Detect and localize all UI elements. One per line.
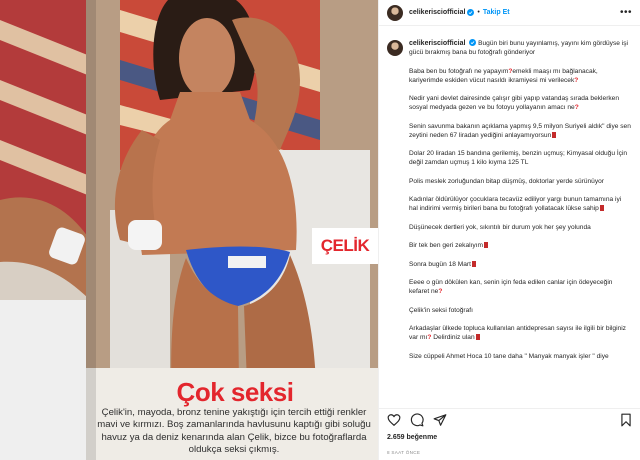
caption-paragraph: Nedir yani devlet dairesinde çalışır gib… <box>409 95 620 111</box>
follow-button[interactable]: Takip Et <box>483 9 510 16</box>
post-timestamp: 8 SAAT ÖNCE <box>387 450 421 455</box>
magazine-name-tag: ÇELİK <box>312 228 378 264</box>
caption-paragraph: Düşünecek dertleri yok, sıkıntılı bir du… <box>409 223 591 231</box>
emoji-icon <box>471 260 476 267</box>
caption-text: celikerisciofficial Bugün biri bunu yayı… <box>409 39 631 370</box>
share-icon[interactable] <box>433 413 447 427</box>
caption-paragraph: Polis meslek zorluğundan bitap düşmüş, d… <box>409 177 604 185</box>
caption-paragraph: Sonra bugün 18 Mart <box>409 260 631 269</box>
more-icon[interactable]: ••• <box>620 7 632 18</box>
caption-avatar[interactable] <box>387 40 403 56</box>
emoji-icon <box>484 242 489 248</box>
caption-paragraph: Bir tek ben geri zekalıyım <box>409 241 631 250</box>
comment-icon[interactable] <box>410 412 424 427</box>
caption-paragraph: Size cüppeli Ahmet Hoca 10 tane daha " M… <box>409 352 609 360</box>
username-link[interactable]: celikerisciofficial <box>409 9 465 16</box>
post-image[interactable]: ÇELİK Çok seksi Çelik'in, mayoda, bronz … <box>0 0 378 460</box>
post-header: celikerisciofficial • Takip Et ••• <box>379 0 640 26</box>
question-emoji: ? <box>427 334 432 341</box>
question-emoji: ? <box>574 76 579 84</box>
caption-paragraph: Kadınlar öldürülüyor çocuklara tecavüz e… <box>409 196 622 212</box>
caption-area[interactable]: celikerisciofficial Bugün biri bunu yayı… <box>379 27 640 408</box>
caption-paragraph: Dolar 20 liradan 15 bandına gerilemiş, b… <box>409 150 628 166</box>
caption-paragraph: Eeee o gün dökülen kan, senin için feda … <box>409 279 613 295</box>
verified-icon <box>467 9 475 16</box>
avatar[interactable] <box>387 4 403 21</box>
action-bar <box>379 408 640 430</box>
caption-paragraph: Arkadaşlar ülkede topluca kullanılan ant… <box>409 325 626 341</box>
emoji-icon <box>599 205 604 211</box>
emoji-icon <box>552 131 557 138</box>
likes-count[interactable]: 2.659 beğenme <box>387 434 437 441</box>
caption-username[interactable]: celikerisciofficial <box>409 40 465 47</box>
caption-paragraph: Baba ben bu fotoğrafı ne yapayım?emekli … <box>409 67 598 84</box>
caption-paragraph: Senin savunma bakanın açıklama yapmış 9,… <box>409 122 631 139</box>
caption-paragraph: celikerisciofficial Bugün biri bunu yayı… <box>409 39 629 56</box>
caption-paragraph: Çelik'in seksi fotoğrafı <box>409 306 473 314</box>
verified-icon <box>469 39 477 46</box>
emoji-icon <box>475 334 480 340</box>
separator-dot: • <box>477 9 480 16</box>
bookmark-icon[interactable] <box>619 413 633 427</box>
question-emoji: ? <box>438 288 443 295</box>
question-emoji: ? <box>574 104 579 111</box>
magazine-caption: Çelik'in, mayoda, bronz tenine yakıştığı… <box>97 407 371 456</box>
magazine-headline: Çok seksi <box>176 377 294 407</box>
heart-icon[interactable] <box>387 413 401 427</box>
post-panel: celikerisciofficial • Takip Et ••• celik… <box>378 0 640 460</box>
